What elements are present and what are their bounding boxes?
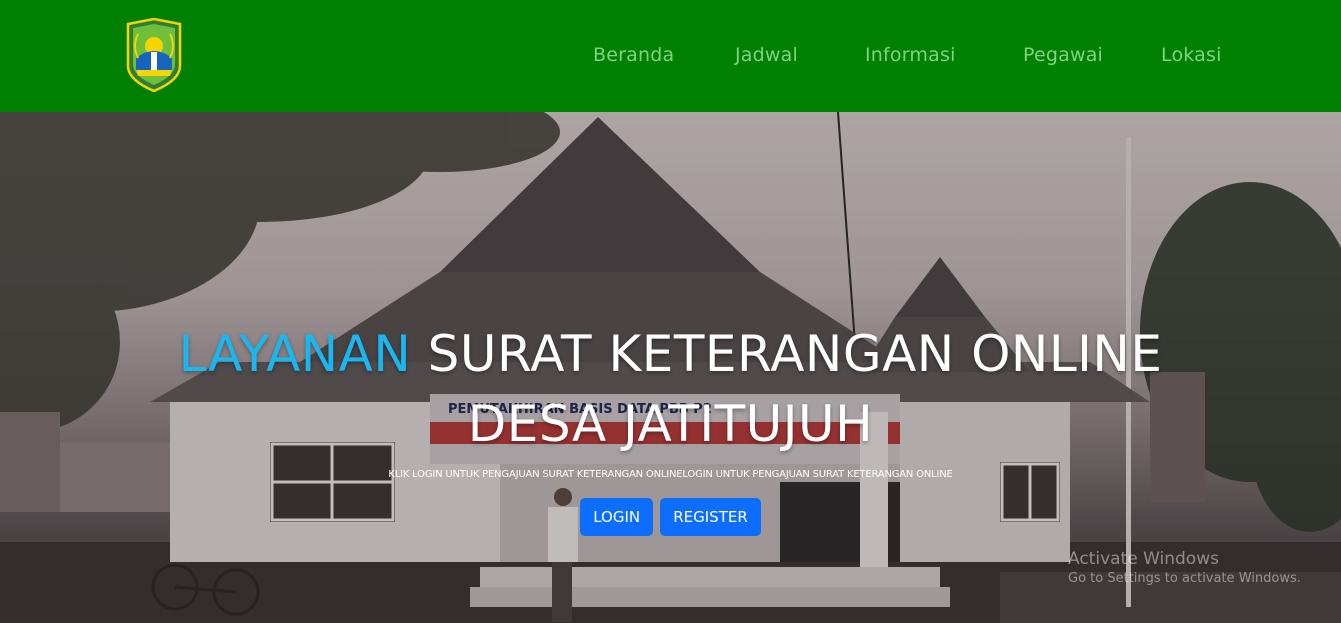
main-nav: Beranda Jadwal Informasi Pegawai Lokasi bbox=[0, 44, 1341, 70]
hero-title-rest: SURAT KETERANGAN ONLINE bbox=[411, 325, 1163, 383]
windows-activation-watermark: Activate Windows Go to Settings to activ… bbox=[1068, 549, 1301, 586]
nav-beranda[interactable]: Beranda bbox=[593, 44, 674, 66]
register-button[interactable]: REGISTER bbox=[660, 498, 761, 536]
watermark-line-1: Activate Windows bbox=[1068, 549, 1219, 569]
nav-pegawai[interactable]: Pegawai bbox=[1023, 44, 1103, 66]
nav-lokasi[interactable]: Lokasi bbox=[1161, 44, 1222, 66]
login-button[interactable]: LOGIN bbox=[580, 498, 654, 536]
hero-subtitle: KLIK LOGIN UNTUK PENGAJUAN SURAT KETERAN… bbox=[388, 469, 953, 480]
top-navbar: Beranda Jadwal Informasi Pegawai Lokasi bbox=[0, 0, 1341, 112]
hero-section: PEMUTAKHIRAN BASIS DATA PBB P2 LAYANAN S… bbox=[0, 112, 1341, 623]
hero-title: LAYANAN SURAT KETERANGAN ONLINE DESA JAT… bbox=[0, 319, 1341, 459]
hero-actions: LOGIN REGISTER bbox=[0, 498, 1341, 536]
nav-informasi[interactable]: Informasi bbox=[865, 44, 956, 66]
hero-title-accent: LAYANAN bbox=[178, 325, 412, 383]
watermark-line-2: Go to Settings to activate Windows. bbox=[1068, 571, 1301, 586]
nav-jadwal[interactable]: Jadwal bbox=[735, 44, 798, 66]
hero-title-line2: DESA JATITUJUH bbox=[467, 395, 874, 453]
